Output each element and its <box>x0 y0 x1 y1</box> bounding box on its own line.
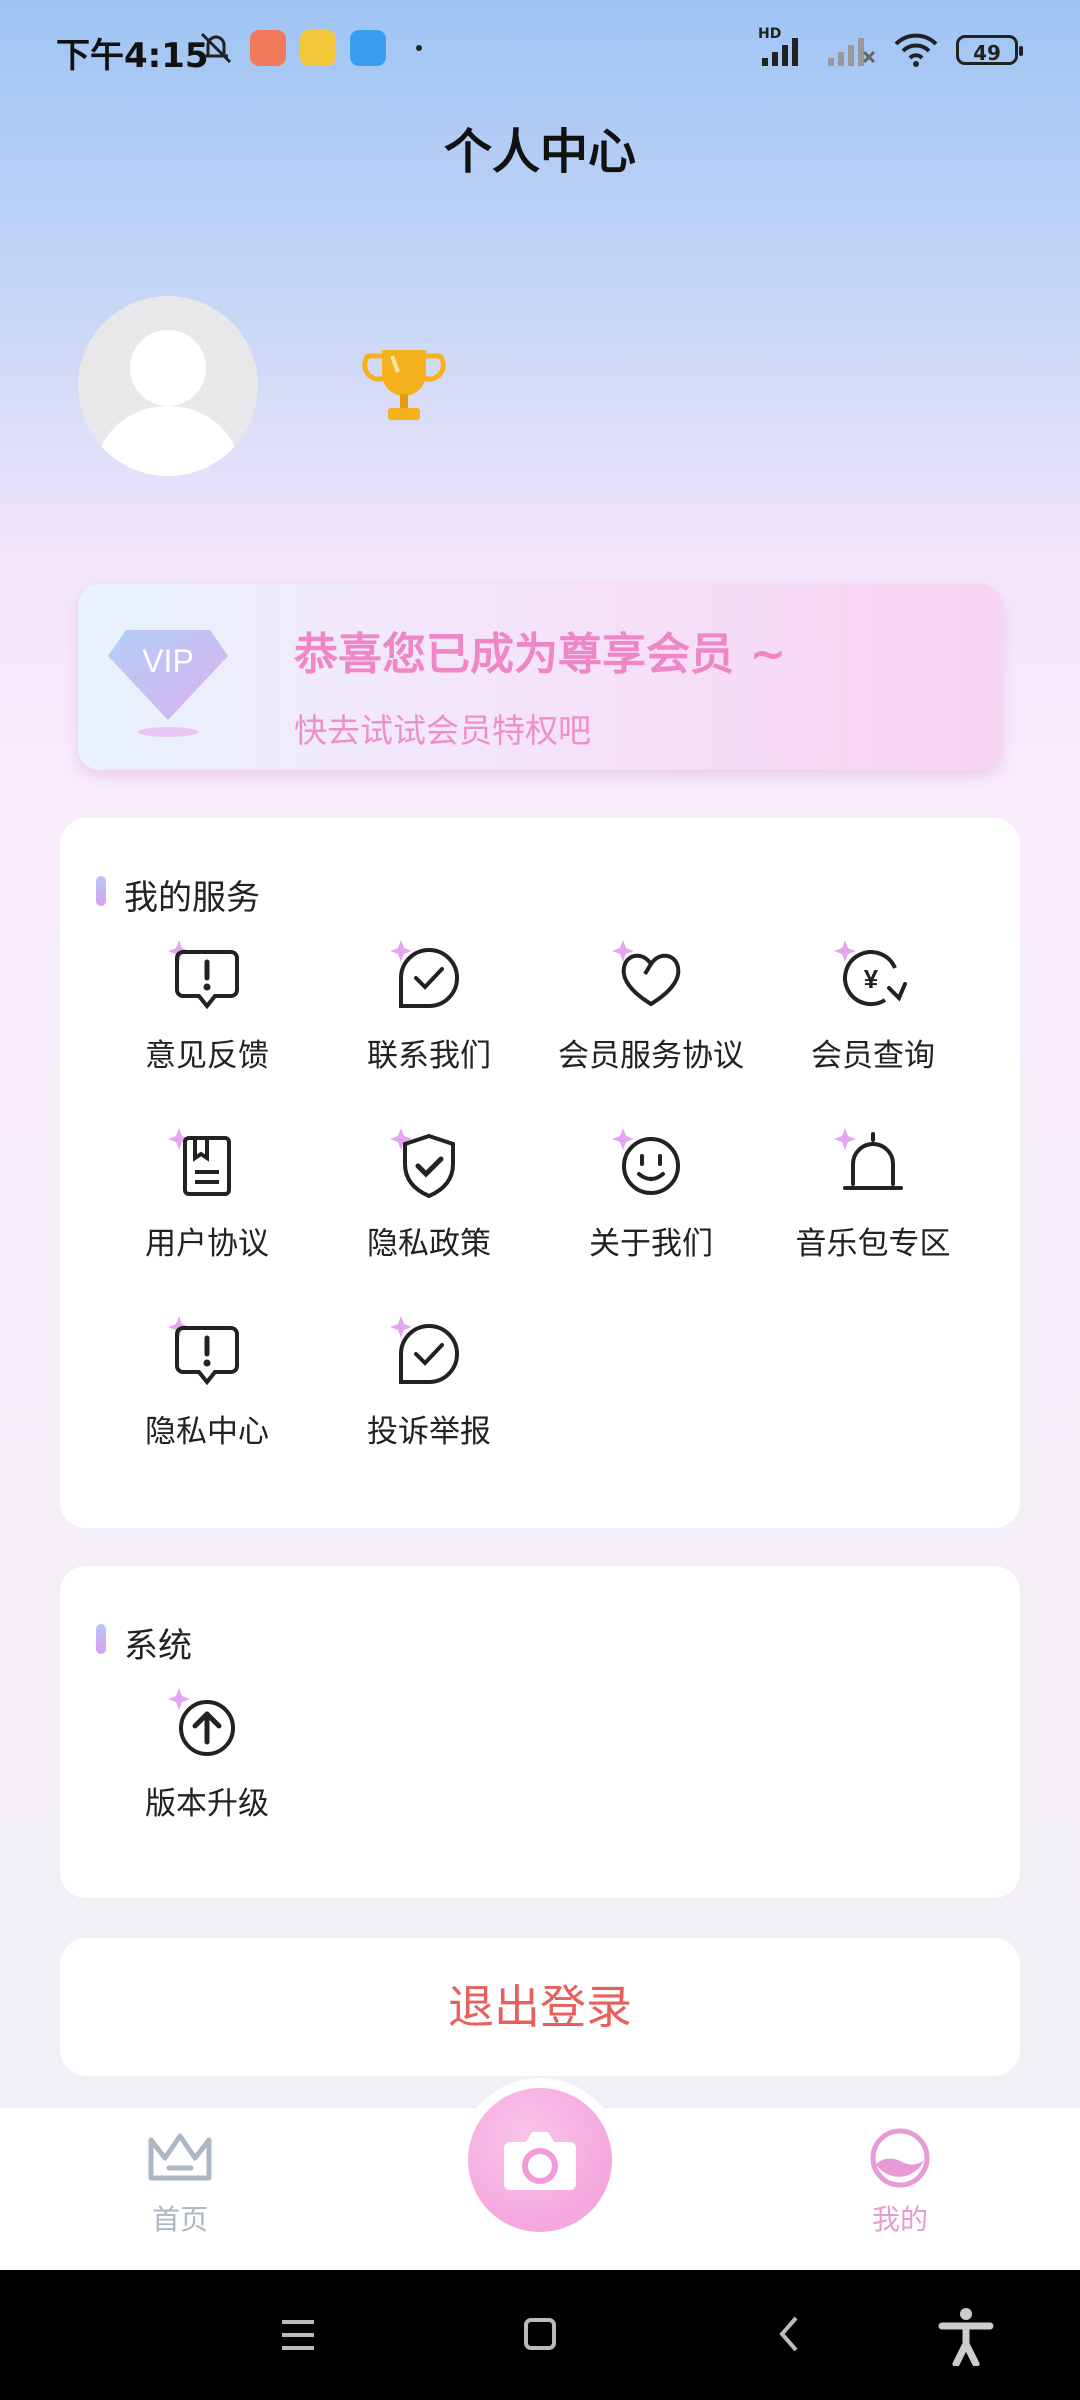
service-feedback[interactable]: 意见反馈 <box>96 938 318 1075</box>
camera-button[interactable] <box>468 2088 612 2232</box>
tab-mine[interactable]: 我的 <box>810 2128 990 2238</box>
system-nav-bar <box>0 2270 1080 2400</box>
crown-icon <box>148 2133 212 2181</box>
status-bar: 下午4:15 HD 49 <box>0 0 1080 100</box>
trophy-icon[interactable] <box>360 346 448 426</box>
system-version-upgrade[interactable]: 版本升级 <box>96 1686 318 1823</box>
logout-button[interactable]: 退出登录 <box>60 1938 1020 2076</box>
status-notifications <box>196 30 422 66</box>
avatar[interactable] <box>78 296 258 476</box>
tab-home-label: 首页 <box>151 2203 208 2236</box>
vip-badge-text: VIP <box>142 643 194 679</box>
mute-icon <box>200 32 232 64</box>
camera-icon <box>504 2132 576 2190</box>
home-square-icon[interactable] <box>522 2316 558 2352</box>
feedback-icon <box>168 1316 239 1386</box>
service-label: 会员查询 <box>811 1038 935 1074</box>
menu-icon[interactable] <box>280 2318 316 2352</box>
smile-icon <box>612 1128 680 1195</box>
vip-headline: 恭喜您已成为尊享会员 ~ <box>294 629 787 680</box>
bell-icon <box>834 1128 903 1190</box>
system-card: 系统 版本升级 <box>60 1566 1020 1898</box>
system-label: 版本升级 <box>145 1786 269 1822</box>
service-label: 会员服务协议 <box>558 1038 744 1074</box>
heart-icon <box>612 940 681 1007</box>
service-label: 意见反馈 <box>145 1038 269 1074</box>
service-label: 联系我们 <box>367 1038 491 1074</box>
service-label: 音乐包专区 <box>795 1226 951 1262</box>
app-notification-icon <box>300 30 336 66</box>
service-user-agreement[interactable]: 用户协议 <box>96 1126 318 1263</box>
upload-arrow-icon <box>168 1688 235 1756</box>
diamond-icon: VIP <box>108 630 228 737</box>
page-title: 个人中心 <box>443 124 636 180</box>
svg-text:¥: ¥ <box>864 964 879 994</box>
service-complaint[interactable]: 投诉举报 <box>318 1314 540 1451</box>
app-notification-icon <box>350 30 386 66</box>
vip-banner[interactable]: VIP 恭喜您已成为尊享会员 ~ 快去试试会员特权吧 <box>78 584 1002 770</box>
section-marker <box>96 876 106 906</box>
service-label: 关于我们 <box>589 1226 713 1262</box>
chat-check-icon <box>390 940 459 1008</box>
accessibility-icon[interactable] <box>938 2306 994 2366</box>
service-contact[interactable]: 联系我们 <box>318 938 540 1075</box>
profile-circle-icon <box>870 2128 930 2188</box>
chat-check-icon <box>390 1316 459 1384</box>
system-title: 系统 <box>124 1626 192 1666</box>
app-notification-icon <box>250 30 286 66</box>
service-privacy-center[interactable]: 隐私中心 <box>96 1314 318 1451</box>
vip-subline: 快去试试会员特权吧 <box>294 711 591 750</box>
service-member-query[interactable]: ¥ 会员查询 <box>762 938 984 1075</box>
document-icon <box>168 1128 231 1196</box>
service-member-agreement[interactable]: 会员服务协议 <box>540 938 762 1075</box>
status-time: 下午4:15 <box>56 36 209 76</box>
default-user-icon <box>98 330 238 476</box>
status-right: HD 49 <box>758 26 1023 68</box>
tab-home[interactable]: 首页 <box>90 2128 270 2238</box>
service-about-us[interactable]: 关于我们 <box>540 1126 762 1263</box>
signal-icon: HD <box>758 26 808 68</box>
signal-empty-icon <box>828 38 876 66</box>
services-title: 我的服务 <box>124 878 260 918</box>
service-privacy-policy[interactable]: 隐私政策 <box>318 1126 540 1263</box>
services-card: 我的服务 意见反馈 联系我们 会员服务协议 ¥ 会员查询 用户协议 隐私政策 关… <box>60 818 1020 1528</box>
service-label: 隐私中心 <box>145 1414 269 1450</box>
back-icon[interactable] <box>774 2314 804 2354</box>
wifi-icon <box>894 33 938 67</box>
service-music-pack[interactable]: 音乐包专区 <box>762 1126 984 1263</box>
feedback-icon <box>168 940 239 1010</box>
yen-refresh-icon: ¥ <box>834 940 907 1006</box>
service-label: 隐私政策 <box>367 1226 491 1262</box>
shield-check-icon <box>390 1128 455 1199</box>
battery-indicator: 49 <box>956 35 1023 65</box>
tab-mine-label: 我的 <box>871 2203 928 2236</box>
more-notifications-icon <box>416 45 422 51</box>
service-label: 投诉举报 <box>367 1414 491 1450</box>
service-label: 用户协议 <box>145 1226 269 1262</box>
section-marker <box>96 1624 106 1654</box>
